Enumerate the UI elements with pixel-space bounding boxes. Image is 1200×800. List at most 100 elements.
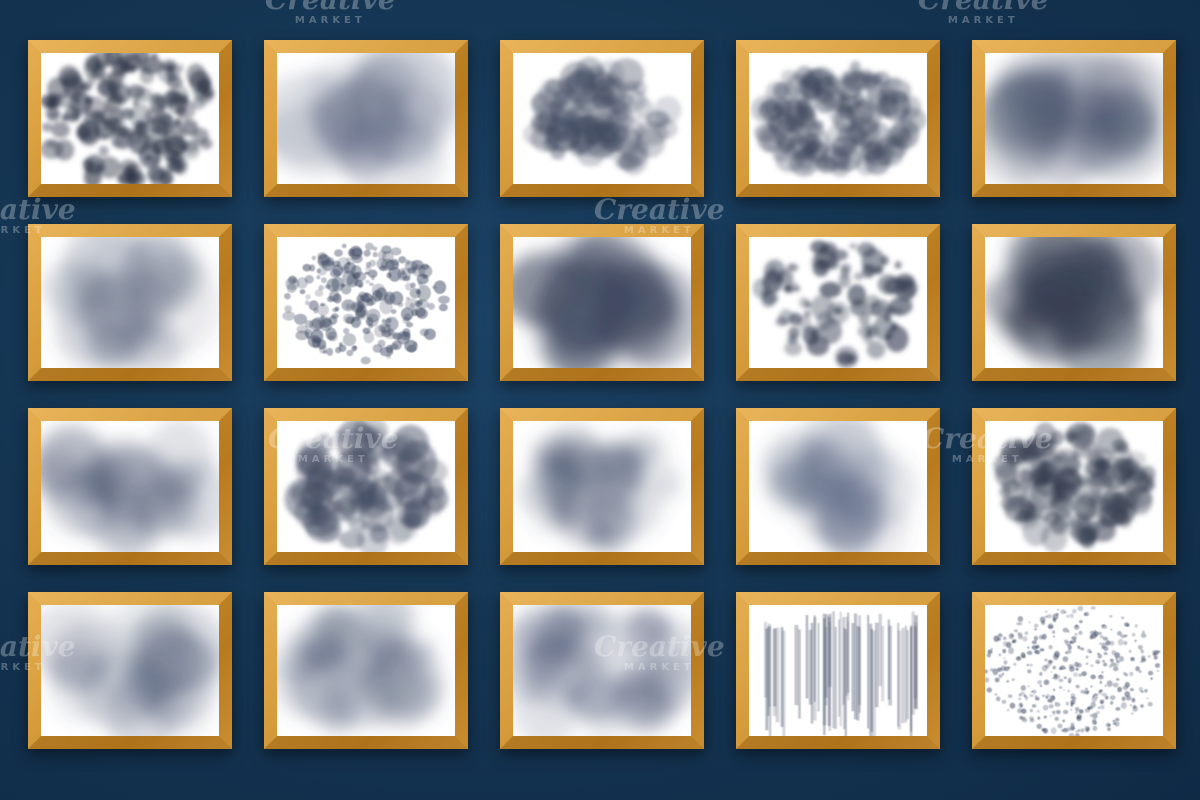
texture-blob — [136, 123, 145, 130]
texture-stroke — [874, 622, 879, 708]
texture-blob — [1113, 666, 1119, 672]
texture-blob — [1042, 704, 1049, 711]
gold-frame — [264, 592, 468, 749]
texture-blob — [379, 346, 394, 357]
texture-blob — [1072, 525, 1094, 545]
texture-blob — [317, 266, 327, 276]
texture-blob — [317, 252, 328, 261]
gold-frame — [264, 224, 468, 381]
texture-blob — [1075, 711, 1078, 714]
texture-blob — [752, 278, 770, 299]
texture-blob — [1052, 688, 1056, 691]
texture-blob — [986, 652, 991, 658]
texture-blob — [372, 251, 378, 258]
texture-swatch-17 — [277, 605, 455, 736]
texture-blob — [799, 297, 809, 308]
texture-stroke — [765, 628, 769, 731]
texture-blob — [1026, 650, 1033, 655]
texture-blob — [1039, 648, 1045, 652]
texture-blob — [1129, 704, 1132, 707]
texture-blob — [1002, 641, 1008, 647]
texture-blob — [1063, 666, 1067, 670]
texture-blob — [1110, 658, 1114, 662]
texture-blob — [1095, 659, 1101, 664]
texture-blob — [159, 112, 174, 127]
texture-blob — [171, 94, 182, 105]
texture-blob — [1103, 652, 1108, 656]
texture-blob — [1154, 663, 1161, 668]
texture-blob — [403, 275, 411, 282]
frame-gallery-wall — [0, 0, 1200, 800]
texture-blob — [405, 282, 413, 291]
texture-blob — [386, 354, 392, 359]
texture-blob — [1050, 492, 1075, 520]
texture-stroke — [878, 613, 882, 686]
texture-blob — [305, 294, 311, 300]
texture-blob — [1068, 431, 1082, 443]
texture-blob — [833, 96, 853, 114]
texture-blob — [1116, 660, 1120, 664]
texture-blob — [1129, 671, 1134, 677]
texture-blob — [1117, 638, 1124, 646]
gold-frame — [972, 40, 1176, 197]
texture-swatch-2 — [277, 53, 455, 184]
texture-blob — [1033, 635, 1038, 641]
texture-blob — [797, 74, 821, 100]
texture-blob — [378, 323, 391, 334]
texture-blob — [1121, 696, 1126, 701]
texture-blob — [567, 114, 590, 136]
texture-blob — [1048, 645, 1053, 650]
texture-blob — [1116, 678, 1120, 681]
texture-blob — [1140, 690, 1144, 693]
texture-blob — [1156, 670, 1160, 672]
texture-blob — [1066, 614, 1070, 618]
texture-blob — [1109, 615, 1113, 618]
texture-blob — [857, 323, 880, 339]
gold-frame — [972, 408, 1176, 565]
texture-blob — [633, 80, 647, 97]
texture-blob — [895, 273, 915, 290]
texture-swatch-15 — [985, 421, 1163, 552]
texture-blob — [1037, 716, 1041, 720]
texture-blob — [284, 293, 291, 300]
texture-blob — [326, 278, 340, 292]
texture-blob — [333, 293, 342, 304]
texture-blob — [1044, 658, 1048, 662]
texture-blob — [780, 69, 799, 84]
texture-blob — [326, 347, 334, 356]
texture-blob — [1071, 636, 1077, 641]
texture-blob — [111, 83, 131, 105]
texture-blob — [1075, 624, 1078, 627]
texture-blob — [1130, 657, 1135, 662]
texture-stroke — [824, 614, 828, 698]
texture-blob — [866, 340, 886, 359]
texture-blob — [599, 436, 628, 460]
texture-blob — [1077, 645, 1081, 650]
texture-blob — [1022, 437, 1047, 460]
texture-blob — [1115, 717, 1120, 722]
texture-stroke — [858, 627, 861, 713]
texture-blob — [316, 275, 321, 280]
texture-blob — [1063, 676, 1067, 679]
texture-blob — [1068, 732, 1075, 736]
texture-blob — [342, 333, 357, 347]
texture-blob — [284, 305, 292, 313]
texture-blob — [398, 256, 407, 264]
texture-blob — [1140, 660, 1143, 664]
texture-blob — [1013, 662, 1017, 666]
texture-blob — [1090, 606, 1096, 610]
texture-stroke — [817, 623, 820, 712]
gold-frame — [500, 592, 704, 749]
texture-blob — [1097, 631, 1102, 636]
texture-blob — [1070, 640, 1073, 644]
texture-blob — [45, 139, 57, 148]
texture-swatch-7 — [277, 237, 455, 368]
texture-blob — [1047, 624, 1054, 629]
texture-blob — [1112, 682, 1119, 688]
texture-blob — [1017, 708, 1023, 714]
texture-blob — [1090, 685, 1093, 688]
texture-blob — [152, 156, 160, 165]
texture-blob — [985, 669, 989, 674]
texture-blob — [1036, 723, 1042, 729]
texture-blob — [1106, 680, 1113, 687]
